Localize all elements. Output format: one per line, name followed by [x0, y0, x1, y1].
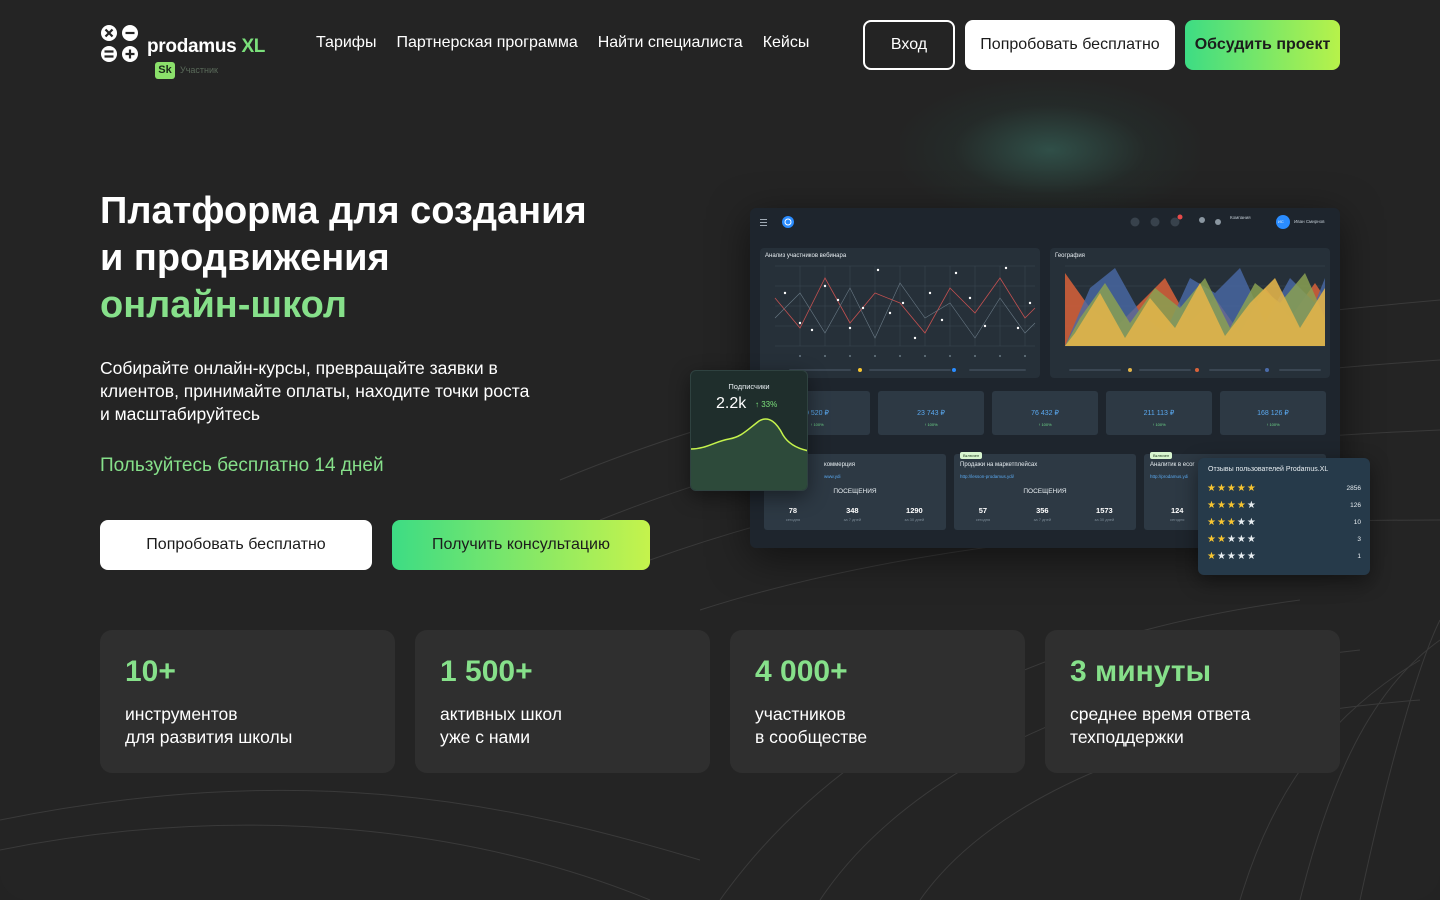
review-count: 2856	[1346, 485, 1361, 492]
status-badge: Включен	[960, 452, 983, 459]
user-icon	[1199, 217, 1205, 223]
main-nav: Тарифы Партнерская программа Найти специ…	[316, 34, 809, 52]
subscribers-sparkline	[691, 418, 807, 490]
subscribers-label: Подписчики	[728, 382, 770, 391]
menu-icon	[760, 219, 767, 226]
brand-suffix: XL	[241, 36, 266, 57]
reviews-card: Отзывы пользователей Prodamus.XL ★★★★★ 2…	[1198, 458, 1370, 575]
hero-title-line1: Платформа для создания	[100, 190, 587, 232]
stat-card-community: 4 000+ участников в сообществе	[730, 630, 1025, 773]
webinar-analysis-panel: Анализ участников вебинара	[760, 248, 1040, 378]
nav-link-find-specialist[interactable]: Найти специалиста	[598, 34, 743, 52]
star-icon: ★★★★★	[1207, 534, 1257, 545]
login-button[interactable]: Вход	[863, 20, 955, 70]
kpi-card: 23 743 ₽ ↑ 100%	[878, 391, 984, 435]
member-caption: Участник	[180, 65, 218, 75]
avatar-initials: ИС	[1278, 219, 1284, 224]
kpi-percent: ↑ 100%	[1038, 422, 1052, 427]
kpi-value: 23 743 ₽	[917, 410, 945, 417]
member-badge: Sk Участник	[155, 61, 218, 79]
get-consultation-button[interactable]: Получить консультацию	[392, 520, 650, 570]
webinar-line-chart	[774, 265, 1036, 372]
stat-value: 10+	[125, 655, 176, 688]
geography-panel: География	[1050, 248, 1330, 378]
brand-name: prodamus XL	[147, 36, 266, 57]
visits-numbers: 78 сегодня 348 за 7 дней 1290 за 30 дней	[785, 506, 925, 522]
visits-card-title: коммерция	[824, 462, 855, 468]
header-try-free-button[interactable]: Попробовать бесплатно	[965, 20, 1175, 70]
nav-link-cases[interactable]: Кейсы	[763, 34, 810, 52]
kpi-percent: ↑ 100%	[924, 422, 938, 427]
stat-description: среднее время ответа техподдержки	[1070, 704, 1251, 747]
reviews-title: Отзывы пользователей Prodamus.XL	[1208, 466, 1329, 473]
stat-description: участников в сообществе	[755, 704, 868, 747]
stat-description: инструментов для развития школы	[125, 704, 293, 747]
review-row: ★★★★★ 10	[1207, 517, 1361, 529]
hero-title-line2: и продвижения	[100, 237, 390, 279]
bell-icon	[1170, 217, 1180, 227]
hero-description: Собирайте онлайн-курсы, превращайте заяв…	[100, 358, 530, 424]
stat-value: 4 000+	[755, 655, 848, 688]
visits-card-link: www.ydi	[824, 474, 841, 479]
toolbar-icon	[1150, 217, 1160, 227]
kpi-value: 76 432 ₽	[1031, 410, 1059, 417]
visits-heading: ПОСЕЩЕНИЯ	[1023, 488, 1067, 495]
nav-link-partner-program[interactable]: Партнерская программа	[396, 34, 577, 52]
review-row: ★★★★★ 1	[1207, 551, 1361, 563]
subscribers-card: Подписчики 2.2k ↑ 33%	[690, 370, 808, 491]
visits-numbers: 57 сегодня 356 за 7 дней 1573 за 30 дней	[975, 506, 1115, 522]
hero-title: Платформа для создания и продвижения онл…	[100, 188, 660, 329]
visits-card-title: Продажи на маркетплейсах	[960, 462, 1038, 468]
kpi-percent: ↑ 100%	[1266, 422, 1280, 427]
stat-card-tools: 10+ инструментов для развития школы	[100, 630, 395, 773]
stat-card-support: 3 минуты среднее время ответа техподдержк…	[1045, 630, 1340, 773]
star-icon: ★★★★★	[1207, 517, 1257, 528]
notification-dot	[1177, 214, 1183, 220]
review-count: 10	[1353, 519, 1361, 526]
kpi-card: 76 432 ₽ ↑ 100%	[992, 391, 1098, 435]
review-row: ★★★★★ 3	[1207, 534, 1361, 546]
review-count: 1	[1357, 553, 1361, 560]
company-label: Компания	[1230, 215, 1251, 220]
kpi-card: 168 126 ₽ ↑ 100%	[1220, 391, 1326, 435]
discuss-project-button[interactable]: Обсудить проект	[1185, 20, 1340, 70]
star-icon: ★★★★★	[1207, 483, 1257, 494]
company-icon	[1215, 219, 1221, 225]
star-icon: ★★★★★	[1207, 551, 1257, 562]
kpi-percent: ↑ 100%	[1152, 422, 1166, 427]
visits-card: Включен Продажи на маркетплейсах http://…	[954, 452, 1136, 530]
try-free-button[interactable]: Попробовать бесплатно	[100, 520, 372, 570]
stat-description: активных школ уже с нами	[440, 704, 562, 747]
landing-page: prodamus XL Sk Участник Тарифы Партнерск…	[0, 0, 1440, 900]
stat-card-schools: 1 500+ активных школ уже с нами	[415, 630, 710, 773]
stat-value: 1 500+	[440, 655, 533, 688]
subscribers-growth: ↑ 33%	[755, 400, 778, 409]
free-trial-note: Пользуйтесь бесплатно 14 дней	[100, 455, 384, 476]
kpi-value: 168 126 ₽	[1257, 410, 1289, 417]
app-icon	[782, 216, 794, 228]
dashboard-topbar	[760, 214, 1290, 229]
toolbar-icon	[1130, 217, 1140, 227]
kpi-value: 211 113 ₽	[1143, 410, 1175, 417]
status-badge: Включен	[1150, 452, 1173, 459]
site-header: prodamus XL Sk Участник Тарифы Партнерск…	[100, 20, 1340, 80]
stat-value: 3 минуты	[1070, 655, 1212, 688]
visits-card-link: http://lesson-prodamus.ydi/	[960, 474, 1015, 479]
review-row: ★★★★★ 126	[1207, 500, 1361, 512]
review-count: 3	[1357, 536, 1361, 543]
hero-title-accent: онлайн-школ	[100, 284, 347, 326]
review-row: ★★★★★ 2856	[1207, 483, 1361, 495]
nav-link-tariffs[interactable]: Тарифы	[316, 34, 376, 52]
user-name: Иван Смирнов	[1294, 219, 1325, 224]
visits-card-title: Аналитик в ecor	[1150, 462, 1195, 468]
brand-logo[interactable]: prodamus XL Sk Участник	[100, 24, 270, 80]
kpi-card: 211 113 ₽ ↑ 100%	[1106, 391, 1212, 435]
visits-card-link: http://prodamus.ydi	[1150, 474, 1189, 479]
geography-area-chart	[1065, 265, 1325, 372]
review-count: 126	[1350, 502, 1361, 509]
star-icon: ★★★★★	[1207, 500, 1257, 511]
background-glow	[900, 80, 1200, 220]
sk-badge: Sk	[155, 61, 175, 79]
logo-mark-icon	[101, 25, 138, 62]
